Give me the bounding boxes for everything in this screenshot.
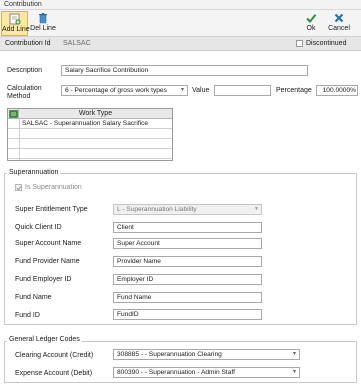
contribution-id-label: Contribution Id [5, 40, 51, 47]
discontinued-checkbox[interactable] [296, 40, 303, 47]
fund-name-label: Fund Name [15, 294, 52, 301]
checkmark-icon [16, 185, 22, 191]
super-account-name-label: Super Account Name [15, 240, 82, 247]
clearing-account-value: 308885 - - Superannuation Clearing [117, 351, 222, 358]
description-field[interactable]: Salary Sacrifice Contribution [61, 65, 308, 76]
table-row[interactable] [8, 139, 172, 149]
fund-id-field[interactable]: FundID [113, 309, 262, 320]
percentage-label: Percentage [276, 87, 312, 94]
is-superannuation-label: Is Superannuation [25, 184, 82, 191]
expense-account-label: Expense Account (Debit) [15, 370, 93, 377]
gl-codes-group-title: General Ledger Codes [7, 336, 82, 343]
ok-label: Ok [306, 25, 316, 32]
super-entitlement-type-label: Super Entitlement Type [15, 206, 88, 213]
toolbar: Add Line Del Line Ok Cancel [0, 10, 361, 37]
table-cell: SALSAC - Superannuation Salary Sacrifice [22, 120, 149, 127]
work-type-column-header: Work Type [78, 110, 113, 117]
checkmark-icon [306, 14, 317, 23]
table-row[interactable] [8, 149, 172, 159]
fund-id-label: Fund ID [15, 312, 40, 319]
superannuation-group-title: Superannuation [7, 169, 61, 176]
clearing-account-label: Clearing Account (Credit) [15, 352, 94, 359]
discontinued-label: Discontinued [306, 40, 347, 47]
add-line-label: Add Line [2, 26, 30, 33]
expense-account-value: 800390 - - Superannuation - Admin Staff [117, 369, 235, 376]
cancel-button[interactable]: Cancel [326, 11, 352, 36]
description-label: Description [7, 67, 43, 74]
chevron-down-icon[interactable]: ▼ [291, 369, 298, 376]
super-account-name-field[interactable]: Super Account [113, 238, 262, 249]
del-line-label: Del Line [30, 25, 56, 32]
fund-employer-id-field[interactable]: Employer ID [113, 274, 262, 285]
contribution-id-value: SALSAC [63, 40, 91, 47]
del-line-button[interactable]: Del Line [29, 11, 57, 36]
contribution-id-bar: Contribution Id SALSAC Discontinued [0, 37, 361, 51]
quick-client-id-field[interactable]: Client [113, 222, 262, 233]
table-row[interactable]: SALSAC - Superannuation Salary Sacrifice [8, 119, 172, 129]
chevron-down-icon[interactable]: ▼ [179, 87, 186, 94]
window-title: Contribution [4, 1, 42, 8]
super-entitlement-type-value: L - Superannuation Liability [117, 206, 197, 213]
fund-employer-id-label: Fund Employer ID [15, 276, 72, 283]
grid-divider [19, 119, 20, 160]
work-type-grid: Work Type SALSAC - Superannuation Salary… [7, 108, 173, 161]
grid-corner [8, 109, 19, 119]
calc-method-label-line1: Calculation [7, 85, 42, 92]
title-bar: Contribution [0, 0, 361, 10]
value-label: Value [192, 87, 210, 94]
add-line-button[interactable]: Add Line [1, 11, 30, 36]
calc-method-select[interactable]: 6 - Percentage of gross work types ▼ [61, 85, 188, 96]
value-field[interactable] [214, 85, 271, 96]
cancel-label: Cancel [328, 25, 350, 32]
close-icon [334, 13, 344, 23]
chevron-down-icon[interactable]: ▼ [253, 206, 260, 213]
calc-method-label-line2: Method [7, 93, 31, 100]
clearing-account-select[interactable]: 308885 - - Superannuation Clearing ▼ [113, 349, 300, 360]
calc-method-value: 6 - Percentage of gross work types [65, 87, 167, 94]
fund-provider-name-field[interactable]: Provider Name [113, 256, 262, 267]
quick-client-id-label: Quick Client ID [15, 224, 62, 231]
chevron-down-icon[interactable]: ▼ [291, 351, 298, 358]
ok-button[interactable]: Ok [302, 11, 320, 36]
trash-icon [39, 13, 47, 24]
super-entitlement-type-select[interactable]: L - Superannuation Liability ▼ [113, 204, 262, 215]
grid-select-icon[interactable] [9, 110, 18, 118]
percentage-field[interactable]: 100.0000% [316, 85, 358, 96]
add-line-icon [9, 13, 21, 25]
expense-account-select[interactable]: 800390 - - Superannuation - Admin Staff … [113, 367, 300, 378]
table-row[interactable] [8, 129, 172, 139]
fund-provider-name-label: Fund Provider Name [15, 258, 80, 265]
is-superannuation-checkbox[interactable] [15, 184, 22, 191]
fund-name-field[interactable]: Fund Name [113, 292, 262, 303]
grid-header: Work Type [8, 109, 172, 119]
